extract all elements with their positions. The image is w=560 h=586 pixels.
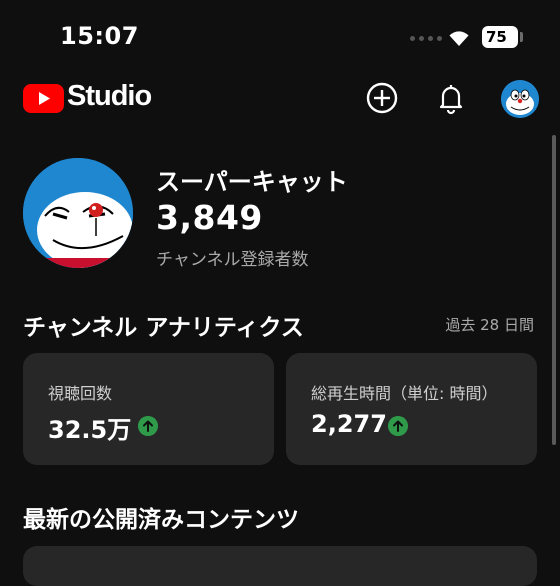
trend-up-icon — [138, 416, 158, 436]
youtube-logo-icon[interactable] — [23, 84, 64, 113]
battery-indicator: 75 — [482, 26, 518, 48]
views-label: 視聴回数 — [48, 384, 113, 403]
subscriber-count: 3,849 — [156, 198, 263, 237]
subscriber-label: チャンネル登録者数 — [156, 250, 309, 270]
status-time: 15:07 — [60, 22, 139, 50]
create-button[interactable] — [364, 80, 400, 116]
plus-circle-icon — [366, 82, 398, 114]
status-bar: 15:07 75 — [0, 0, 560, 70]
views-value: 32.5万 — [48, 416, 132, 444]
analytics-period: 過去 28 日間 — [445, 316, 534, 334]
battery-level: 75 — [486, 28, 507, 46]
account-avatar[interactable] — [501, 80, 539, 118]
cellular-signal-icon — [410, 36, 442, 41]
studio-brand-text[interactable]: Studio — [67, 80, 152, 113]
wifi-icon — [449, 31, 469, 46]
views-card[interactable]: 視聴回数 32.5万 — [23, 353, 274, 465]
scrollbar[interactable] — [552, 135, 556, 445]
latest-content-card[interactable] — [23, 546, 537, 586]
analytics-section-title: チャンネル アナリティクス — [23, 315, 304, 341]
app-header: Studio — [0, 78, 560, 126]
watch-time-label: 総再生時間（単位: 時間） — [311, 384, 498, 403]
channel-avatar-image — [23, 158, 133, 268]
watch-time-value: 2,277 — [311, 410, 387, 438]
channel-avatar[interactable] — [23, 158, 133, 268]
battery-cap — [520, 32, 523, 42]
watch-time-card[interactable]: 総再生時間（単位: 時間） 2,277 — [286, 353, 537, 465]
notifications-button[interactable] — [433, 80, 469, 116]
latest-content-title: 最新の公開済みコンテンツ — [23, 507, 299, 533]
bell-icon — [439, 85, 463, 115]
trend-up-icon — [388, 416, 408, 436]
avatar-image — [501, 80, 539, 118]
channel-name: スーパーキャット — [156, 168, 348, 196]
